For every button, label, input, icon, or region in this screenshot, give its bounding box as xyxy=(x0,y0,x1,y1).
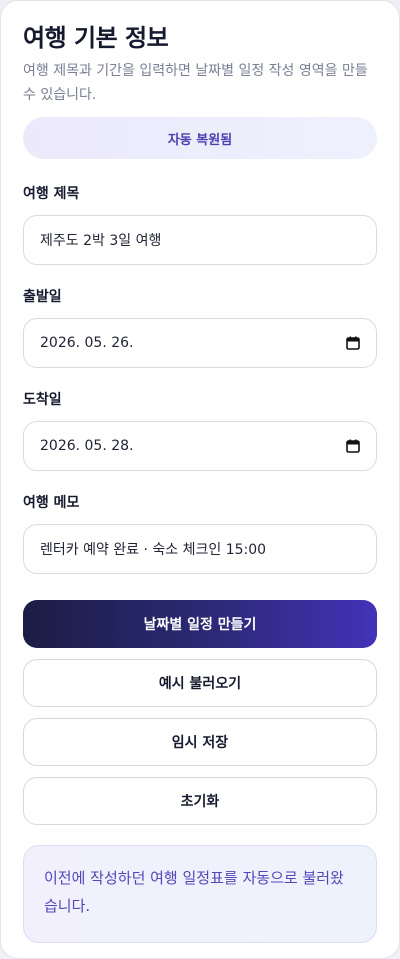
memo-input[interactable]: 렌터카 예약 완료 · 숙소 체크인 15:00 xyxy=(23,524,377,574)
restore-notice-text: 이전에 작성하던 여행 일정표를 자동으로 불러왔습니다. xyxy=(44,869,344,915)
auto-restored-label: 자동 복원됨 xyxy=(167,132,233,148)
memo-value: 렌터카 예약 완료 · 숙소 체크인 15:00 xyxy=(40,542,267,558)
calendar-icon[interactable] xyxy=(346,439,360,453)
start-date-value: 2026. 05. 26. xyxy=(40,335,134,351)
trip-title-value: 제주도 2박 3일 여행 xyxy=(40,233,162,249)
page-subtitle: 여행 제목과 기간을 입력하면 날짜별 일정 작성 영역을 만들 수 있습니다. xyxy=(23,63,368,103)
trip-info-card: 여행 기본 정보 여행 제목과 기간을 입력하면 날짜별 일정 작성 영역을 만… xyxy=(0,0,400,959)
trip-title-label: 여행 제목 xyxy=(23,186,80,202)
start-date-label: 출발일 xyxy=(23,289,62,305)
restore-notice: 이전에 작성하던 여행 일정표를 자동으로 불러왔습니다. xyxy=(23,845,377,943)
memo-label: 여행 메모 xyxy=(23,495,80,511)
save-draft-button[interactable]: 임시 저장 xyxy=(23,718,377,766)
auto-restored-badge: 자동 복원됨 xyxy=(23,117,377,159)
reset-button[interactable]: 초기화 xyxy=(23,777,377,825)
load-example-button[interactable]: 예시 불러오기 xyxy=(23,659,377,707)
end-date-label: 도착일 xyxy=(23,392,62,408)
start-date-input[interactable]: 2026. 05. 26. xyxy=(23,318,377,368)
end-date-input[interactable]: 2026. 05. 28. xyxy=(23,421,377,471)
generate-schedule-button[interactable]: 날짜별 일정 만들기 xyxy=(23,600,377,648)
end-date-value: 2026. 05. 28. xyxy=(40,438,134,454)
page-title: 여행 기본 정보 xyxy=(23,24,169,52)
trip-title-input[interactable]: 제주도 2박 3일 여행 xyxy=(23,215,377,265)
calendar-icon[interactable] xyxy=(346,336,360,350)
